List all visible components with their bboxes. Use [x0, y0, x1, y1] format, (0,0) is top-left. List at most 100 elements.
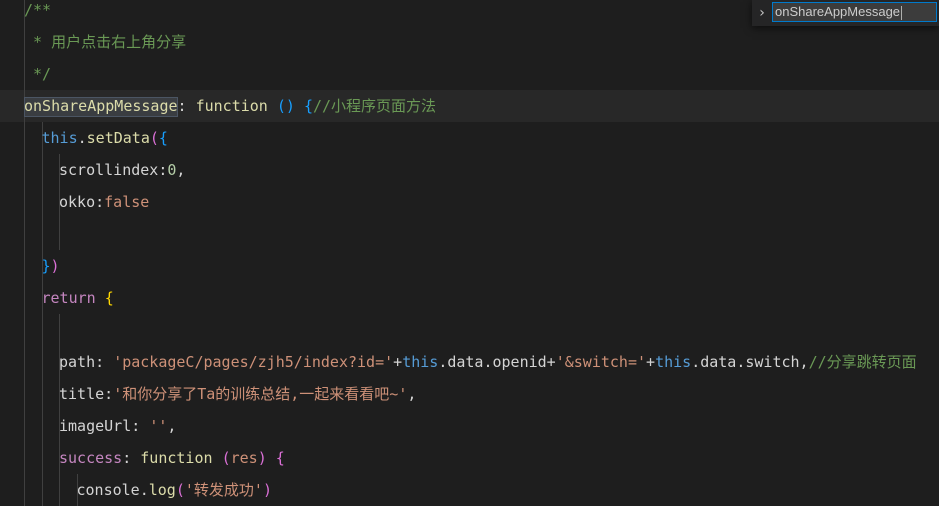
code-token: '&switch='	[555, 353, 647, 371]
code-token: this	[655, 353, 692, 371]
code-token: {	[104, 289, 114, 307]
indent-guide	[59, 314, 60, 346]
code-editor[interactable]: /** * 用户点击右上角分享 */ onShareAppMessage: fun…	[0, 0, 939, 506]
code-token: ()	[276, 97, 295, 115]
code-line-content: scrollindex:0,	[59, 154, 185, 186]
code-line-content: success: function (res) {	[59, 442, 285, 474]
code-token: )	[257, 449, 267, 467]
indent-guide	[24, 378, 25, 410]
indent-guide	[24, 122, 25, 154]
indent-guide	[41, 442, 43, 474]
search-match-token: onShareAppMessage	[24, 97, 178, 117]
code-token: :	[104, 385, 114, 403]
code-token: function	[140, 449, 213, 467]
code-line[interactable]: success: function (res) {	[0, 442, 939, 474]
find-query-text: onShareAppMessage	[775, 4, 901, 19]
code-token: setData	[86, 129, 150, 147]
indent-guide	[41, 154, 43, 186]
indent-guide	[24, 154, 25, 186]
code-line[interactable]: console.log('转发成功')	[0, 474, 939, 506]
code-token: okko	[59, 193, 96, 211]
text-caret	[901, 5, 903, 20]
code-token: 'packageC/pages/zjh5/index?id='	[113, 353, 394, 371]
indent-guide	[24, 218, 25, 250]
indent-guide	[24, 474, 25, 506]
code-line[interactable]: path: 'packageC/pages/zjh5/index?id='+th…	[0, 346, 939, 378]
indent-guide	[41, 346, 43, 378]
indent-guide	[41, 218, 43, 250]
code-line-content: })	[42, 250, 60, 282]
indent-guide	[41, 474, 43, 506]
code-line[interactable]: * 用户点击右上角分享	[0, 26, 939, 58]
code-token: success	[59, 449, 123, 467]
indent-guide	[24, 282, 25, 314]
code-token: ''	[149, 417, 168, 435]
indent-guide	[24, 410, 25, 442]
code-token: ,	[167, 417, 177, 435]
code-line-content: this.setData({	[42, 122, 168, 154]
code-line-content: onShareAppMessage: function () {//小程序页面方…	[24, 90, 436, 122]
indent-guide	[59, 218, 60, 250]
code-token: )	[262, 481, 272, 499]
code-line[interactable]: scrollindex:0,	[0, 154, 939, 186]
code-token: .	[77, 129, 87, 147]
code-token: :	[95, 193, 105, 211]
indent-guide	[24, 186, 25, 218]
indent-guide	[24, 442, 25, 474]
code-line-content: okko:false	[59, 186, 149, 218]
code-line-content: /**	[24, 0, 51, 26]
indent-guide	[41, 378, 43, 410]
code-line[interactable]: })	[0, 250, 939, 282]
code-token: '转发成功'	[184, 481, 263, 499]
code-line[interactable]	[0, 218, 939, 250]
code-token: {	[303, 97, 313, 115]
code-token: ,	[176, 161, 186, 179]
code-token: :	[95, 353, 114, 371]
code-line-content: */	[24, 58, 51, 90]
code-line[interactable]: imageUrl: '',	[0, 410, 939, 442]
code-token: {	[158, 129, 168, 147]
code-line[interactable]: onShareAppMessage: function () {//小程序页面方…	[0, 90, 939, 122]
code-token: (	[149, 129, 159, 147]
code-line[interactable]: title:'和你分享了Ta的训练总结,一起来看看吧~',	[0, 378, 939, 410]
code-line-content: path: 'packageC/pages/zjh5/index?id='+th…	[59, 346, 917, 378]
code-token: )	[50, 257, 60, 275]
code-token: {	[275, 449, 285, 467]
code-token: return	[41, 289, 96, 307]
code-token: }	[41, 257, 51, 275]
code-line-content: * 用户点击右上角分享	[24, 26, 186, 58]
code-token: .data.openid+	[438, 353, 556, 371]
code-line[interactable]: this.setData({	[0, 122, 939, 154]
toggle-replace-chevron-icon[interactable]: ›	[752, 0, 772, 26]
code-token: log	[148, 481, 176, 499]
code-line[interactable]: okko:false	[0, 186, 939, 218]
indent-guide	[41, 314, 43, 346]
indent-guide	[24, 250, 25, 282]
code-token: :	[177, 97, 196, 115]
indent-guide	[59, 474, 60, 506]
code-line[interactable]: return {	[0, 282, 939, 314]
code-line-content: return {	[42, 282, 114, 314]
indent-guide	[24, 314, 25, 346]
code-token: scrollindex	[59, 161, 159, 179]
code-token: false	[104, 193, 150, 211]
code-line[interactable]	[0, 314, 939, 346]
code-token: this	[41, 129, 78, 147]
code-token: function	[195, 97, 268, 115]
code-token: (	[221, 449, 231, 467]
code-token: this	[402, 353, 439, 371]
indent-guide	[41, 186, 43, 218]
code-token: :	[131, 417, 150, 435]
code-token: //小程序页面方法	[313, 97, 437, 115]
code-token: path	[59, 353, 96, 371]
code-token: /**	[24, 1, 52, 19]
indent-guide	[24, 346, 25, 378]
code-line[interactable]: */	[0, 58, 939, 90]
find-input[interactable]: onShareAppMessage	[772, 2, 937, 22]
code-token: console.	[76, 481, 149, 499]
code-token: res	[230, 449, 258, 467]
